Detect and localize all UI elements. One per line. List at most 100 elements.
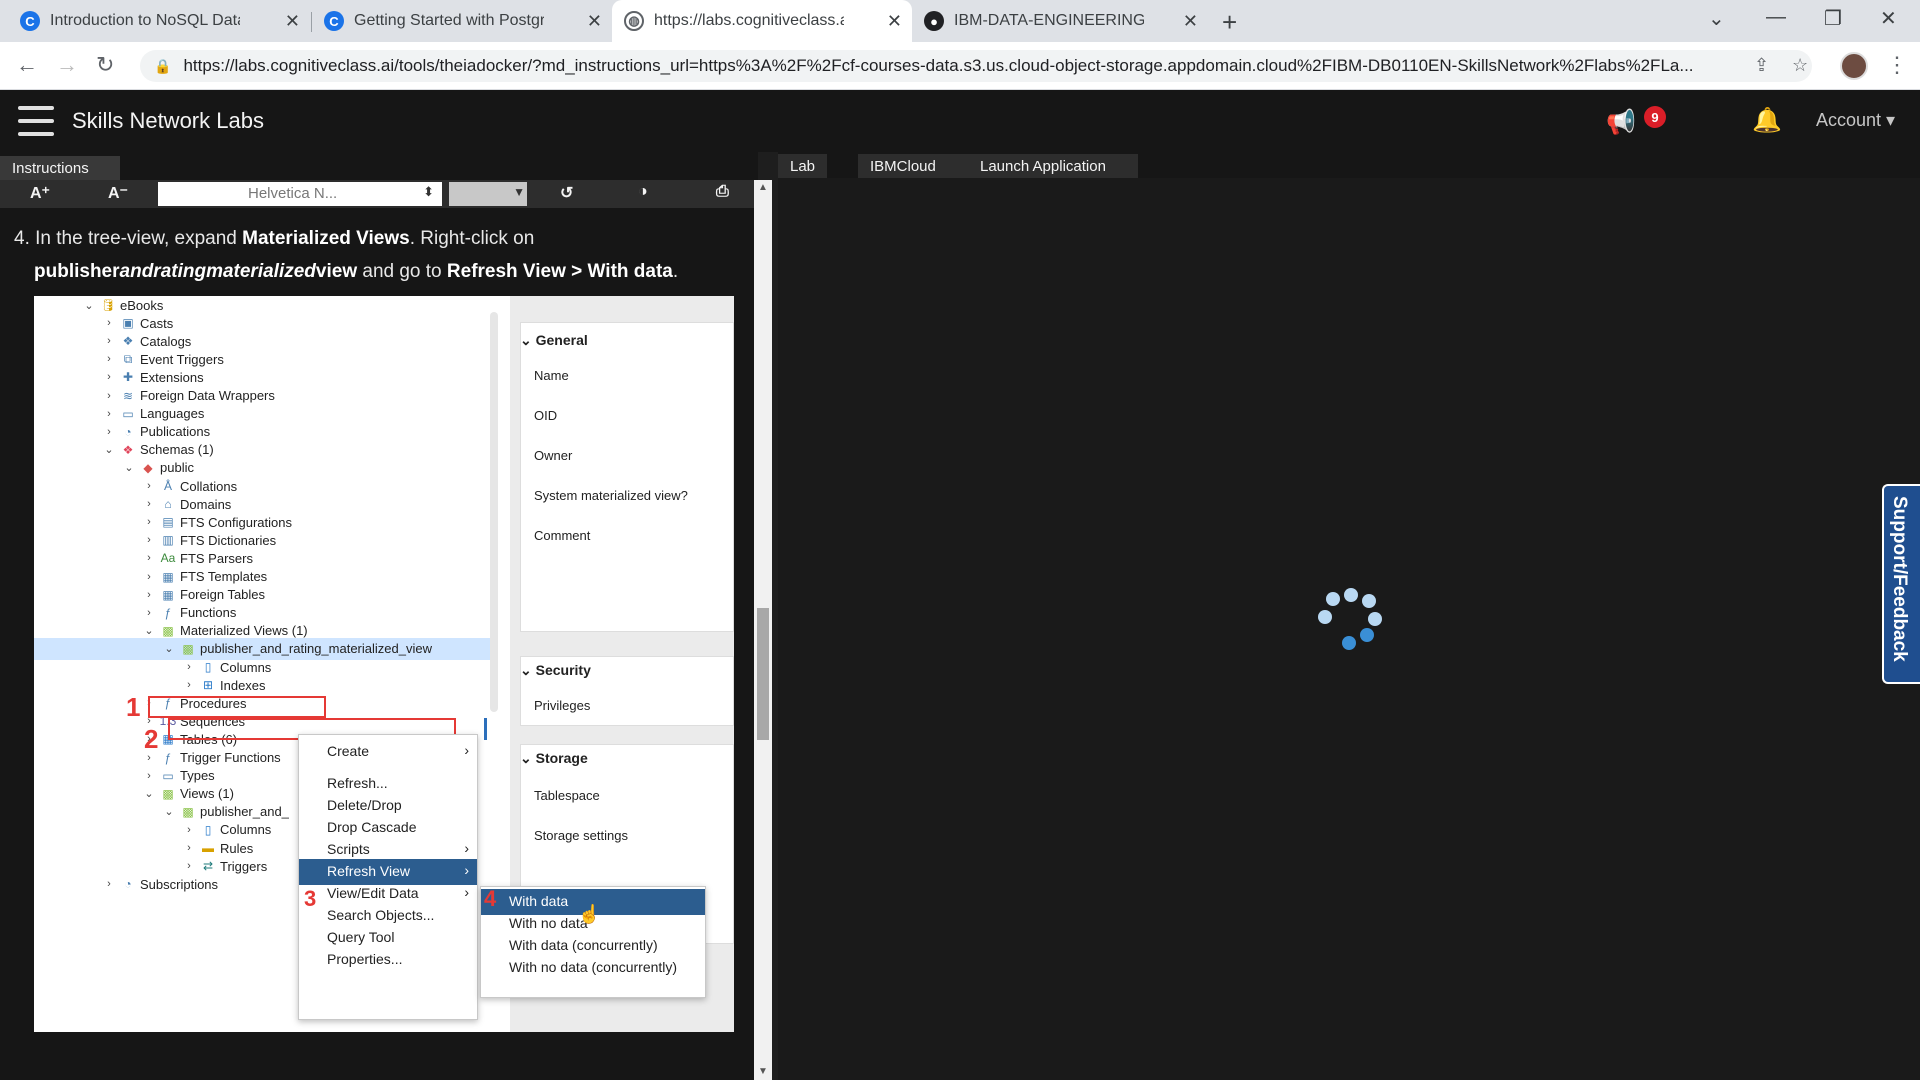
tree-item-label: Columns (220, 822, 272, 838)
reload-icon[interactable]: ↻ (96, 52, 114, 78)
chevron-right-icon[interactable]: › (102, 353, 116, 365)
tree-item-label: Schemas (1) (140, 442, 214, 458)
chevron-down-icon[interactable]: ⌄ (102, 443, 116, 456)
menu-item-label: Delete/Drop (327, 797, 402, 813)
tab-launch-application[interactable]: Launch Application (968, 154, 1138, 178)
share-icon[interactable]: ⇪ (1754, 55, 1769, 76)
chevron-down-icon[interactable]: ⌄ (122, 461, 136, 474)
publication-icon: ◔ (124, 424, 132, 439)
chevron-right-icon[interactable]: › (182, 824, 196, 836)
chevron-right-icon[interactable]: › (102, 335, 116, 347)
minimize-icon[interactable]: — (1766, 6, 1786, 29)
tree-item-label: Subscriptions (140, 876, 219, 892)
chevron-down-icon[interactable]: ⌄ (162, 642, 176, 655)
back-icon[interactable]: ← (16, 52, 38, 78)
trigger-function-icon: ƒ (164, 750, 172, 765)
chevron-right-icon[interactable]: › (182, 860, 196, 872)
reset-icon[interactable]: ↺ (560, 183, 573, 203)
bookmark-star-icon[interactable]: ☆ (1792, 55, 1808, 76)
forward-icon[interactable]: → (56, 52, 78, 78)
window-close-icon[interactable]: ✕ (1880, 6, 1897, 31)
chevron-right-icon[interactable]: › (142, 607, 156, 619)
scroll-thumb[interactable] (757, 608, 769, 740)
account-menu[interactable]: Account ▾ (1816, 110, 1895, 131)
restore-icon[interactable]: ❐ (1824, 6, 1842, 31)
prop-tablespace: Tablespace (534, 788, 600, 803)
chevron-right-icon[interactable]: › (142, 589, 156, 601)
chevron-right-icon[interactable]: › (182, 661, 196, 673)
step-bold: publisher (34, 261, 120, 282)
color-select[interactable]: ▼ (449, 182, 527, 206)
security-title[interactable]: ⌄ Security (520, 662, 591, 679)
tree-scrollbar[interactable] (490, 312, 498, 712)
hand-cursor-icon: ☝ (578, 904, 601, 924)
chevron-right-icon[interactable]: › (182, 679, 196, 691)
decrease-font-button[interactable]: A⁻ (108, 183, 128, 203)
step-text: . Right-click on (409, 228, 535, 249)
bell-icon[interactable]: 🔔 (1752, 106, 1782, 135)
section-title-text: Storage (535, 750, 588, 766)
tree-item-label: FTS Dictionaries (180, 532, 277, 548)
tab-search-icon[interactable]: ⌄ (1708, 6, 1725, 31)
increase-font-button[interactable]: A⁺ (30, 183, 50, 203)
browser-tab-postgres[interactable]: C Getting Started with PostgreSQ ✕ (312, 0, 612, 42)
chevron-right-icon[interactable]: › (142, 552, 156, 564)
close-icon[interactable]: ✕ (285, 11, 300, 32)
tree-item-label: Casts (140, 315, 174, 331)
scroll-down-icon[interactable]: ▼ (758, 1066, 768, 1077)
tree-item-label: Materialized Views (1) (180, 623, 308, 639)
new-tab-icon[interactable]: + (1222, 7, 1237, 38)
print-icon[interactable]: ⎙ (716, 183, 729, 201)
storage-title[interactable]: ⌄ Storage (520, 750, 588, 767)
tab-lab[interactable]: Lab (778, 154, 828, 178)
chevron-right-icon: › (464, 742, 469, 758)
instructions-scrollbar[interactable]: ▲ ▼ (754, 180, 772, 1080)
tree-item-label: Columns (220, 659, 272, 675)
chevron-right-icon[interactable]: › (102, 317, 116, 329)
chevron-right-icon[interactable]: › (142, 498, 156, 510)
support-feedback-button[interactable]: Support/Feedback (1882, 484, 1920, 684)
chevron-right-icon[interactable]: › (102, 408, 116, 420)
close-icon[interactable]: ✕ (1183, 11, 1198, 32)
tree-item-label: Publications (140, 424, 211, 440)
chevron-right-icon[interactable]: › (142, 534, 156, 546)
chevron-right-icon[interactable]: › (142, 571, 156, 583)
font-select[interactable]: Helvetica N... ⬍ (158, 182, 442, 206)
browser-tab-nosql[interactable]: C Introduction to NoSQL Databas ✕ (8, 0, 310, 42)
chevron-right-icon[interactable]: › (142, 516, 156, 528)
menu-item-label: Drop Cascade (327, 819, 417, 835)
browser-tab-labs[interactable]: ◍ https://labs.cognitiveclass.ai/too ✕ (612, 0, 912, 42)
browser-menu-icon[interactable]: ⋮ (1886, 52, 1908, 78)
menu-item-label: Query Tool (327, 929, 395, 945)
close-icon[interactable]: ✕ (887, 11, 902, 32)
url-field[interactable]: 🔒 https://labs.cognitiveclass.ai/tools/t… (140, 50, 1812, 82)
context-menu-item[interactable]: Create › (299, 739, 477, 765)
scroll-up-icon[interactable]: ▲ (758, 182, 768, 193)
chevron-right-icon[interactable]: › (102, 426, 116, 438)
pgadmin-screenshot: ⌄ 🛢 eBooks › ▣ Casts › ❖ Catalogs › ⧉ Event Trigger… (34, 296, 734, 1032)
chevron-down-icon[interactable]: ⌄ (142, 787, 156, 800)
chevron-right-icon[interactable]: › (182, 842, 196, 854)
contrast-icon[interactable]: ◑ (638, 183, 648, 201)
hamburger-menu-icon[interactable] (18, 106, 54, 136)
megaphone-icon[interactable]: 📢 (1606, 108, 1636, 137)
chevron-right-icon[interactable]: › (102, 390, 116, 402)
general-title[interactable]: ⌄ General (520, 332, 588, 349)
chevron-right-icon[interactable]: › (102, 371, 116, 383)
chevron-right-icon[interactable]: › (102, 878, 116, 890)
chevron-down-icon[interactable]: ⌄ (82, 299, 96, 312)
coursera-icon: C (20, 11, 40, 31)
browser-tab-github[interactable]: ● IBM-DATA-ENGINEERING/Introd ✕ (912, 0, 1208, 42)
chevron-right-icon[interactable]: › (142, 480, 156, 492)
profile-avatar[interactable] (1840, 52, 1868, 80)
tab-instructions[interactable]: Instructions (0, 156, 120, 180)
close-icon[interactable]: ✕ (587, 11, 602, 32)
chevron-right-icon[interactable]: › (142, 770, 156, 782)
prop-system-mv: System materialized view? (534, 488, 688, 503)
tree-item-label: Languages (140, 406, 205, 422)
submenu-item[interactable]: With no data (concurrently) (481, 955, 705, 981)
chevron-down-icon[interactable]: ⌄ (162, 805, 176, 818)
context-menu-item[interactable]: Properties... (299, 947, 477, 973)
chevron-down-icon[interactable]: ⌄ (142, 624, 156, 637)
rules-icon: ▬ (202, 841, 214, 855)
